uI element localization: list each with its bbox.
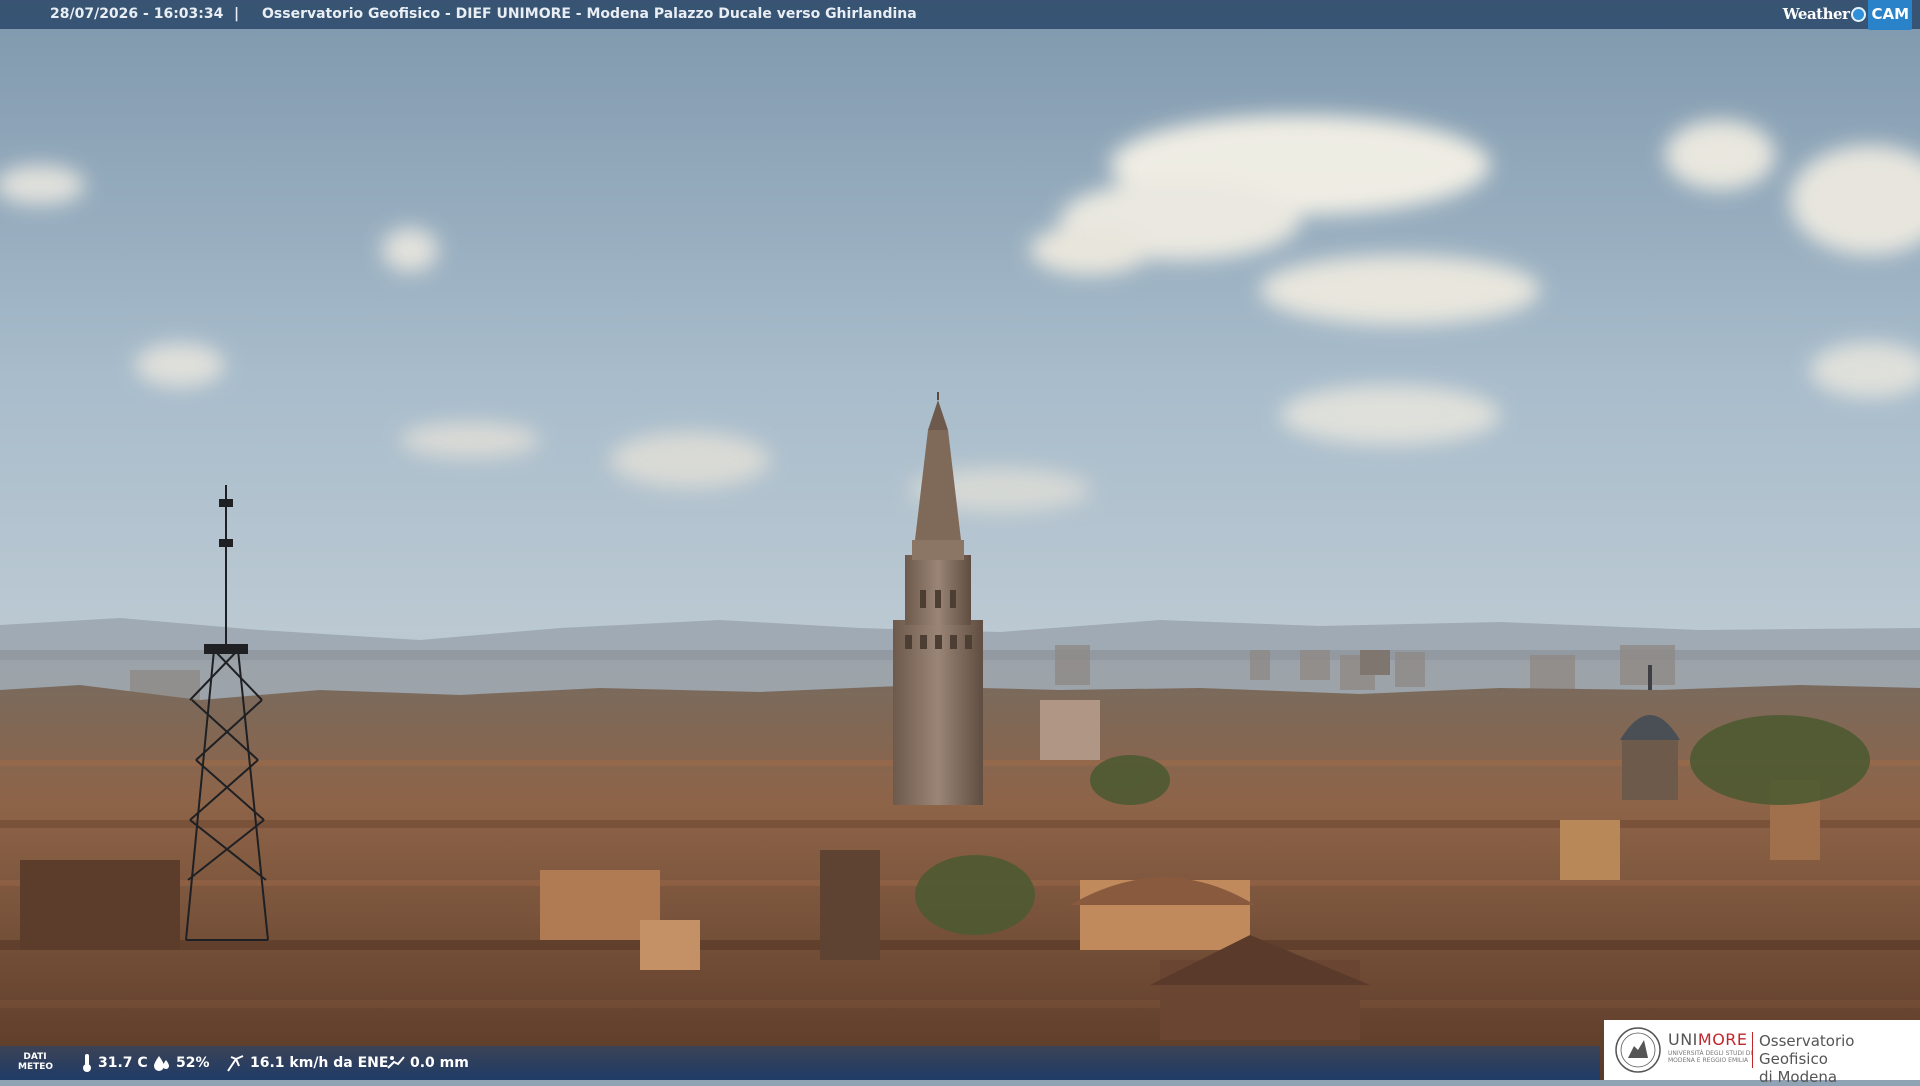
observatory-line1: Osservatorio Geofisico xyxy=(1759,1032,1855,1068)
rain-readout: 0.0 mm xyxy=(386,1046,469,1080)
timestamp: 28/07/2026 - 16:03:34 xyxy=(50,6,224,22)
unimore-more: MORE xyxy=(1697,1030,1748,1049)
weather-label: DATI METEO xyxy=(18,1052,54,1072)
humidity-icon xyxy=(154,1056,169,1071)
observatory-line2: di Modena xyxy=(1759,1068,1838,1086)
humidity-readout: 52% xyxy=(152,1046,210,1080)
separator: | xyxy=(234,6,240,22)
unimore-logo-box: UNIMORE UNIVERSITÀ DEGLI STUDI DI MODENA… xyxy=(1604,1020,1920,1086)
weather-label-line1: DATI xyxy=(23,1052,47,1062)
top-overlay-bar: 28/07/2026 - 16:03:34 | Osservatorio Geo… xyxy=(0,0,1920,30)
wind-readout: 16.1 km/h da ENE xyxy=(226,1046,388,1080)
logo-divider xyxy=(1752,1032,1753,1068)
weather-data-bar: DATI METEO 31.7 C 52% 16.1 km/h da ENE 0… xyxy=(0,1046,1600,1080)
unimore-subtitle: UNIVERSITÀ DEGLI STUDI DI MODENA E REGGI… xyxy=(1668,1050,1753,1064)
thermometer-icon xyxy=(83,1054,91,1072)
brand-word: Weather xyxy=(1782,5,1850,23)
university-seal-icon xyxy=(1615,1027,1661,1073)
observatory-name: Osservatorio Geofisico di Modena xyxy=(1759,1032,1920,1086)
camera-caption: Osservatorio Geofisico - DIEF UNIMORE - … xyxy=(262,6,917,22)
brand-dot-icon xyxy=(1851,7,1867,22)
rain-value: 0.0 mm xyxy=(410,1055,469,1071)
weathercam-logo: Weather CAM xyxy=(1782,0,1912,30)
webcam-scene xyxy=(0,0,1920,1080)
humidity-value: 52% xyxy=(176,1055,210,1071)
rain-gauge-icon xyxy=(387,1056,405,1069)
unimore-wordmark: UNIMORE xyxy=(1668,1030,1748,1049)
temperature-value: 31.7 C xyxy=(98,1055,148,1071)
unimore-uni: UNI xyxy=(1668,1030,1698,1049)
weather-label-line2: METEO xyxy=(18,1062,54,1072)
wind-value: 16.1 km/h da ENE xyxy=(250,1055,389,1071)
brand-mark: CAM xyxy=(1868,0,1912,30)
temperature-readout: 31.7 C xyxy=(80,1046,148,1080)
wind-icon xyxy=(227,1055,244,1072)
